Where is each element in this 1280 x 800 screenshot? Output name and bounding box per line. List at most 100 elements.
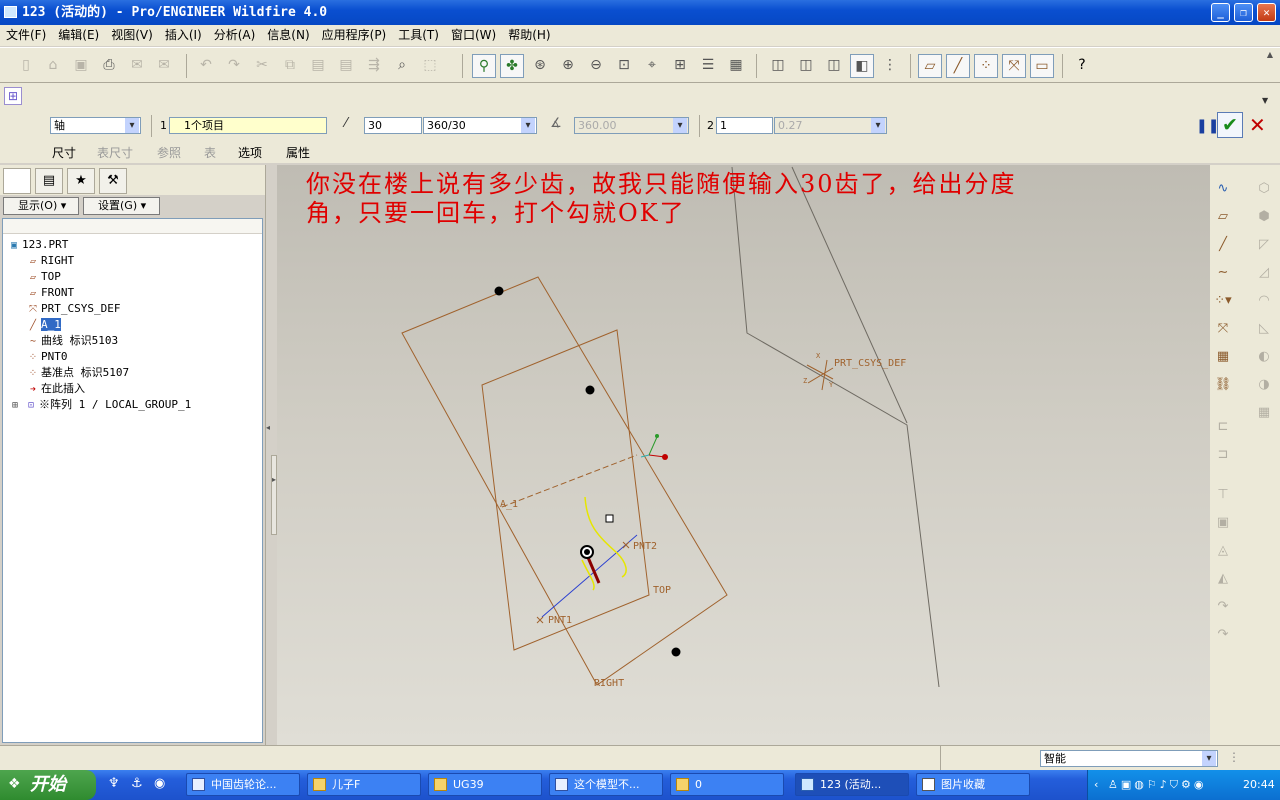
minimize-button[interactable]: _	[1211, 3, 1230, 22]
zoom-in-icon[interactable]: ⊕	[556, 54, 580, 78]
folder-browser-tab-icon[interactable]: ▤	[35, 168, 63, 194]
csys-display-icon[interactable]: ⤧	[1002, 54, 1026, 78]
favorites-tab-icon[interactable]: ★	[67, 168, 95, 194]
send-link-icon[interactable]: ✉	[152, 54, 176, 78]
datum-curve-tool-icon[interactable]: ∼	[1211, 261, 1235, 285]
taskbar-item[interactable]: 中国齿轮论...	[186, 773, 300, 796]
shading-icon[interactable]: ◧	[850, 54, 874, 78]
graphics-window[interactable]: A_1 PNT2 PNT1 TOP RIGHT PRT_CSYS_DEF X Y…	[277, 165, 1210, 745]
no-hidden-icon[interactable]: ◫	[822, 54, 846, 78]
increment-select[interactable]: 360/30	[423, 117, 537, 134]
collapse-left-icon[interactable]: ◂	[266, 423, 270, 432]
print-icon[interactable]: ⎙	[97, 54, 121, 78]
new-file-icon[interactable]: ▯	[14, 54, 38, 78]
tab-options[interactable]: 选项	[238, 144, 262, 161]
menu-applications[interactable]: 应用程序(P)	[316, 25, 393, 46]
tree-item[interactable]: ➔ 在此插入	[25, 381, 85, 397]
tray-icons[interactable]: ♙▣◍⚐♪⛉⚙◉	[1108, 770, 1206, 800]
tree-item[interactable]: ▱ TOP	[25, 269, 61, 285]
tree-item[interactable]: ⤧ PRT_CSYS_DEF	[25, 301, 120, 317]
second-direction-input[interactable]: 1	[716, 117, 773, 134]
zoom-out-icon[interactable]: ⊖	[584, 54, 608, 78]
connections-tab-icon[interactable]: ⚒	[99, 168, 127, 194]
csys-tool-icon[interactable]: ⤧	[1211, 317, 1235, 341]
cut-icon[interactable]: ✂	[250, 54, 274, 78]
menu-info[interactable]: 信息(N)	[261, 25, 315, 46]
tree-item[interactable]: ▱ FRONT	[25, 285, 74, 301]
menu-help[interactable]: 帮助(H)	[502, 25, 556, 46]
menu-window[interactable]: 窗口(W)	[445, 25, 502, 46]
context-help-icon[interactable]: ?	[1070, 54, 1094, 78]
plane-display-icon[interactable]: ▱	[918, 54, 942, 78]
redo-icon[interactable]: ↷	[222, 54, 246, 78]
tray-collapse-icon[interactable]: ‹	[1094, 770, 1098, 800]
tree-item[interactable]: ╱ A_1	[25, 317, 61, 333]
taskbar-item[interactable]: 儿子F	[307, 773, 421, 796]
layers-icon[interactable]: ☰	[696, 54, 720, 78]
undo-icon[interactable]: ↶	[194, 54, 218, 78]
selection-filter-select[interactable]: 智能	[1040, 750, 1218, 767]
quicklaunch-icon[interactable]: ♆	[108, 776, 120, 791]
tree-item[interactable]: ▱ RIGHT	[25, 253, 74, 269]
pause-icon[interactable]: ❚❚	[1196, 118, 1219, 134]
open-file-icon[interactable]: ⌂	[41, 54, 65, 78]
annotation-display-icon[interactable]: ▭	[1030, 54, 1054, 78]
confirm-check-icon[interactable]: ✔	[1217, 112, 1243, 138]
menu-insert[interactable]: 插入(I)	[159, 25, 208, 46]
taskbar-item[interactable]: 0	[670, 773, 784, 796]
analysis-tool-icon[interactable]: ▦	[1211, 345, 1235, 369]
view-manager-icon[interactable]: ▦	[724, 54, 748, 78]
show-dropdown-button[interactable]: 显示(O) ▾	[3, 197, 79, 215]
copy-icon[interactable]: ⧉	[278, 54, 302, 78]
tab-dimensions[interactable]: 尺寸	[52, 144, 76, 161]
tree-item[interactable]: ∼ 曲线 标识5103	[25, 333, 118, 349]
paste-icon[interactable]: ▤	[306, 54, 330, 78]
dash-scroll-down[interactable]: ▼	[1262, 96, 1268, 105]
find-icon[interactable]: ⌕	[390, 54, 414, 78]
datum-axis-tool-icon[interactable]: ╱	[1211, 233, 1235, 257]
close-button[interactable]: ✕	[1257, 3, 1276, 22]
model-tree-tab-icon[interactable]: ⋮	[3, 168, 31, 194]
member-count-input[interactable]: 30	[364, 117, 422, 134]
menu-tools[interactable]: 工具(T)	[392, 25, 445, 46]
spin-center-icon[interactable]: ⊛	[528, 54, 552, 78]
taskbar-item[interactable]: 图片收藏	[916, 773, 1030, 796]
tree-item[interactable]: ⊞ ⊡ ※阵列 1 / LOCAL_GROUP_1	[7, 397, 191, 413]
selection-box-icon[interactable]: ⬚	[418, 54, 442, 78]
tree-root[interactable]: ▣ 123.PRT	[6, 237, 68, 253]
send-mail-icon[interactable]: ✉	[125, 54, 149, 78]
refit-icon[interactable]: ⊡	[612, 54, 636, 78]
datum-point-tool-icon[interactable]: ⁘▾	[1211, 289, 1235, 313]
model-tree-toggle-icon[interactable]: ⋮	[878, 54, 902, 78]
wireframe-icon[interactable]: ◫	[766, 54, 790, 78]
paste-special-icon[interactable]: ▤	[334, 54, 358, 78]
tab-properties[interactable]: 属性	[286, 144, 310, 161]
hidden-line-icon[interactable]: ◫	[794, 54, 818, 78]
restore-button[interactable]: ❐	[1234, 3, 1253, 22]
expand-icon[interactable]: ⊞	[7, 398, 23, 414]
taskbar-item[interactable]: 这个模型不...	[549, 773, 663, 796]
taskbar-item-active[interactable]: 123 (活动...	[795, 773, 909, 796]
datum-display-icon[interactable]: ⚲	[472, 54, 496, 78]
pattern-type-select[interactable]: 轴	[50, 117, 141, 134]
quicklaunch-browser-icon[interactable]: ◉	[154, 776, 165, 791]
tree-item[interactable]: ⁘ PNT0	[25, 349, 68, 365]
chain-icon[interactable]: ⛓	[1211, 373, 1235, 397]
menu-view[interactable]: 视图(V)	[105, 25, 159, 46]
reference-collector[interactable]: 1个项目	[169, 117, 327, 134]
datum-sketch-icon[interactable]: ∿	[1211, 177, 1235, 201]
menu-file[interactable]: 文件(F)	[0, 25, 52, 46]
navigator-splitter[interactable]: ◂ ▸	[265, 165, 277, 745]
saved-views-icon[interactable]: ⊞	[668, 54, 692, 78]
settings-dropdown-button[interactable]: 设置(G) ▾	[83, 197, 160, 215]
taskbar-item[interactable]: UG39	[428, 773, 542, 796]
axis-display-icon[interactable]: ╱	[946, 54, 970, 78]
point-display-icon[interactable]: ⁘	[974, 54, 998, 78]
menu-edit[interactable]: 编辑(E)	[52, 25, 105, 46]
datum-axis-display-icon[interactable]: ✤	[500, 54, 524, 78]
cancel-icon[interactable]: ✕	[1249, 113, 1269, 137]
regenerate-icon[interactable]: ⇶	[362, 54, 386, 78]
toolbar-scroll-up[interactable]: ▲	[1262, 48, 1278, 62]
menu-analysis[interactable]: 分析(A)	[208, 25, 262, 46]
reorient-icon[interactable]: ⌖	[640, 54, 664, 78]
